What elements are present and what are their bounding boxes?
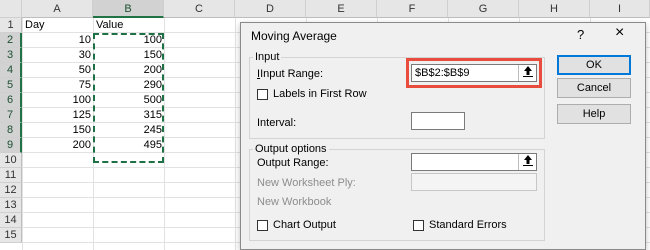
row-header-11[interactable]: 11	[0, 168, 22, 183]
column-header-i[interactable]: I	[590, 0, 650, 18]
cell-a1[interactable]: Day	[23, 18, 94, 33]
close-icon[interactable]: ×	[615, 24, 624, 42]
row-header-7[interactable]: 7	[0, 108, 22, 123]
output-range-label: Output Range:	[257, 157, 329, 169]
row-header-2[interactable]: 2	[0, 33, 22, 48]
standard-errors-label: Standard Errors	[429, 219, 507, 231]
moving-average-dialog: Moving Average ? × Input IInput Range: $…	[240, 22, 646, 250]
row-header-8[interactable]: 8	[0, 123, 22, 138]
labels-first-row-checkbox[interactable]	[257, 89, 268, 100]
row-header-4[interactable]: 4	[0, 63, 22, 78]
row-header-14[interactable]: 14	[0, 213, 22, 228]
cell-a8[interactable]: 150	[22, 123, 93, 138]
chart-output-checkbox[interactable]	[257, 220, 268, 231]
dialog-title: Moving Average	[251, 29, 337, 43]
cell-a3[interactable]: 30	[22, 48, 93, 63]
input-range-label: IInput Range:	[257, 68, 324, 80]
interval-input[interactable]	[411, 112, 465, 130]
row-header-3[interactable]: 3	[0, 48, 22, 63]
ok-button[interactable]: OK	[557, 55, 631, 75]
column-header-b[interactable]: B	[93, 0, 164, 18]
collapse-dialog-upload-icon[interactable]	[518, 154, 536, 170]
input-range-highlight-box	[406, 58, 542, 88]
cell-a4[interactable]: 50	[22, 63, 93, 78]
row-header-1[interactable]: 1	[0, 18, 22, 33]
labels-first-row-label: Labels in First Row	[273, 88, 367, 100]
cell-a2[interactable]: 10	[22, 33, 93, 48]
cell-a5[interactable]: 75	[22, 78, 93, 93]
input-range-label-text: Input Range:	[260, 68, 324, 80]
column-header-f[interactable]: F	[377, 0, 448, 18]
column-header-d[interactable]: D	[235, 0, 306, 18]
column-header-a[interactable]: A	[22, 0, 93, 18]
column-header-c[interactable]: C	[164, 0, 235, 18]
new-workbook-label: New Workbook	[257, 196, 332, 208]
output-range-field[interactable]	[411, 153, 537, 171]
help-question-icon[interactable]: ?	[577, 27, 584, 42]
cell-a7[interactable]: 125	[22, 108, 93, 123]
row-header-9[interactable]: 9	[0, 138, 22, 153]
cell-a9[interactable]: 200	[22, 138, 93, 153]
cell-b1[interactable]: Value	[94, 18, 165, 33]
output-options-label: Output options	[253, 143, 329, 155]
row-header-10[interactable]: 10	[0, 153, 22, 168]
row-header-5[interactable]: 5	[0, 78, 22, 93]
new-worksheet-ply-input[interactable]	[411, 173, 537, 191]
copy-marquee-selection	[93, 33, 164, 163]
column-header-h[interactable]: H	[519, 0, 590, 18]
row-header-13[interactable]: 13	[0, 198, 22, 213]
column-header-g[interactable]: G	[448, 0, 519, 18]
column-header-e[interactable]: E	[306, 0, 377, 18]
row-header-12[interactable]: 12	[0, 183, 22, 198]
interval-label: Interval:	[257, 117, 297, 129]
row-header-15[interactable]: 15	[0, 228, 22, 243]
row-header-6[interactable]: 6	[0, 93, 22, 108]
input-group-label: Input	[253, 51, 282, 63]
cancel-button[interactable]: Cancel	[557, 78, 631, 98]
new-worksheet-ply-label: New Worksheet Ply:	[257, 177, 356, 189]
select-all-corner[interactable]	[0, 0, 22, 18]
standard-errors-checkbox[interactable]	[413, 220, 424, 231]
help-button[interactable]: Help	[557, 104, 631, 124]
chart-output-label: Chart Output	[273, 219, 336, 231]
cell-a6[interactable]: 100	[22, 93, 93, 108]
